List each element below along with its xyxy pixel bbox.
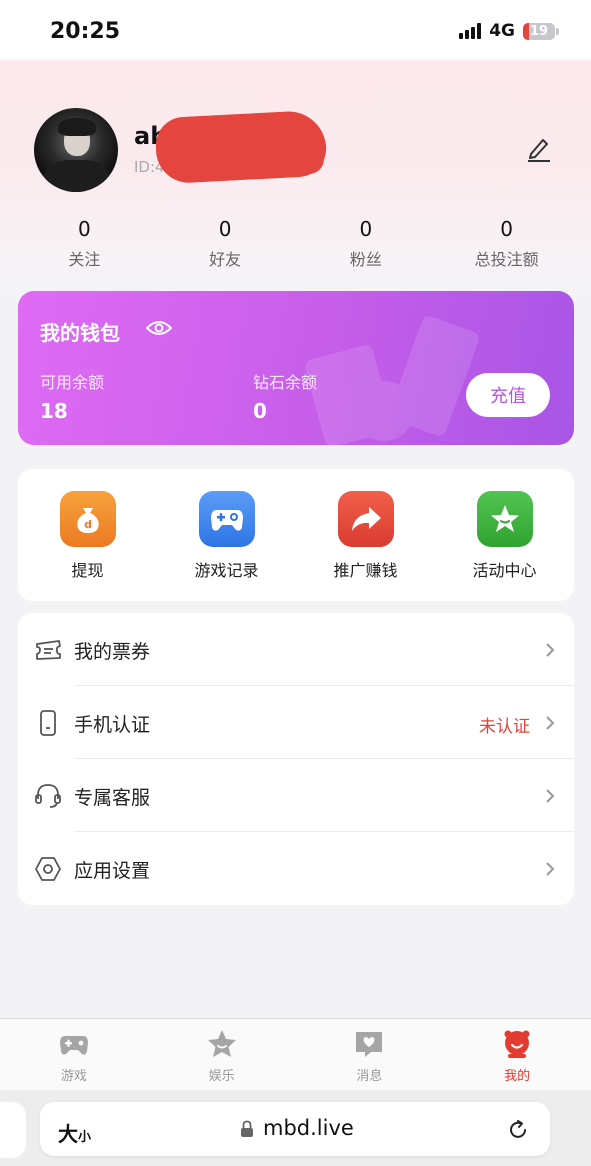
wallet-title: 我的钱包 bbox=[40, 321, 120, 345]
available-balance-value: 18 bbox=[40, 399, 68, 423]
settings-icon bbox=[35, 857, 61, 881]
browser-toolbar: 大小 mbd.live bbox=[0, 1090, 591, 1166]
url-text: mbd.live bbox=[263, 1116, 354, 1140]
stat-following[interactable]: 0 关注 bbox=[14, 218, 155, 270]
stats-row: 0 关注 0 好友 0 粉丝 0 总投注额 bbox=[14, 218, 577, 270]
reload-icon[interactable] bbox=[506, 1118, 530, 1142]
chevron-right-icon bbox=[546, 862, 555, 876]
eye-icon[interactable] bbox=[146, 319, 172, 337]
redaction-mark bbox=[174, 144, 324, 174]
battery-level: 19 bbox=[529, 23, 549, 39]
quick-action-game-records[interactable]: 游戏记录 bbox=[157, 469, 296, 601]
menu-item-phone-verification[interactable]: 手机认证 未认证 bbox=[18, 686, 574, 759]
stat-label: 关注 bbox=[68, 250, 101, 269]
network-label: 4G bbox=[489, 21, 515, 41]
menu-item-label: 应用设置 bbox=[74, 860, 151, 882]
tab-entertainment[interactable]: 娱乐 bbox=[148, 1019, 296, 1091]
tab-label: 消息 bbox=[356, 1069, 383, 1084]
menu-item-label: 专属客服 bbox=[74, 787, 151, 809]
lock-icon bbox=[241, 1120, 253, 1137]
available-balance-label: 可用余额 bbox=[40, 373, 105, 392]
svg-text:d: d bbox=[84, 518, 92, 531]
status-indicators: 4G 19 bbox=[459, 21, 559, 41]
ticket-icon bbox=[36, 640, 61, 660]
wallet-card: 我的钱包 可用余额 18 钻石余额 0 充值 bbox=[18, 291, 574, 445]
chevron-right-icon bbox=[546, 716, 555, 730]
diamond-balance-value: 0 bbox=[253, 399, 267, 423]
menu-item-label: 我的票券 bbox=[74, 641, 151, 663]
menu-item-label: 手机认证 bbox=[74, 714, 151, 736]
signal-icon bbox=[459, 23, 482, 39]
chevron-right-icon bbox=[546, 789, 555, 803]
battery-icon: 19 bbox=[523, 22, 559, 40]
profile-header: ab ID:4 bbox=[34, 108, 557, 192]
stat-value: 0 bbox=[218, 217, 232, 241]
edit-icon[interactable] bbox=[525, 134, 553, 162]
stat-label: 粉丝 bbox=[349, 250, 382, 269]
quick-action-label: 提现 bbox=[71, 561, 104, 580]
gamepad-icon bbox=[59, 1036, 88, 1055]
avatar[interactable] bbox=[34, 108, 118, 192]
quick-action-label: 活动中心 bbox=[472, 561, 537, 580]
menu-item-customer-service[interactable]: 专属客服 bbox=[18, 759, 574, 832]
recharge-button[interactable]: 充值 bbox=[466, 373, 550, 417]
quick-action-withdraw[interactable]: d 提现 bbox=[18, 469, 157, 601]
diamond-balance-label: 钻石余额 bbox=[253, 373, 318, 392]
phone-icon bbox=[40, 710, 56, 736]
text-size-small: 小 bbox=[78, 1130, 92, 1145]
quick-actions-card: d 提现 游戏记录 推广赚钱 活动中心 bbox=[18, 469, 574, 601]
quick-action-events[interactable]: 活动中心 bbox=[435, 469, 574, 601]
stat-friends[interactable]: 0 好友 bbox=[155, 218, 296, 270]
quick-action-promote[interactable]: 推广赚钱 bbox=[296, 469, 435, 601]
previous-tab-preview[interactable] bbox=[0, 1102, 26, 1158]
status-time: 20:25 bbox=[50, 19, 121, 44]
stat-value: 0 bbox=[500, 217, 513, 241]
quick-action-label: 推广赚钱 bbox=[333, 561, 398, 580]
profile-icon bbox=[504, 1030, 530, 1058]
tab-games[interactable]: 游戏 bbox=[0, 1019, 148, 1091]
text-size-button[interactable]: 大小 bbox=[58, 1118, 91, 1147]
bottom-tab-bar: 游戏 娱乐 消息 我的 bbox=[0, 1018, 591, 1091]
stat-fans[interactable]: 0 粉丝 bbox=[296, 218, 437, 270]
address-bar[interactable]: 大小 mbd.live bbox=[40, 1102, 550, 1156]
share-arrow-icon bbox=[337, 491, 394, 547]
quick-action-label: 游戏记录 bbox=[194, 561, 259, 580]
battery-fill bbox=[523, 22, 530, 40]
verification-status: 未认证 bbox=[479, 717, 530, 737]
stat-value: 0 bbox=[359, 217, 373, 241]
menu-item-tickets[interactable]: 我的票券 bbox=[18, 613, 574, 686]
tab-label: 我的 bbox=[504, 1069, 531, 1084]
stat-value: 0 bbox=[78, 217, 91, 241]
money-bag-icon: d bbox=[59, 491, 116, 547]
stat-total-bets[interactable]: 0 总投注额 bbox=[436, 218, 577, 270]
status-bar: 20:25 4G 19 bbox=[0, 0, 591, 62]
message-icon bbox=[356, 1032, 383, 1057]
stat-label: 总投注额 bbox=[474, 250, 539, 269]
stat-label: 好友 bbox=[209, 250, 242, 269]
tab-profile[interactable]: 我的 bbox=[443, 1019, 591, 1091]
tab-label: 娱乐 bbox=[208, 1069, 235, 1084]
star-icon bbox=[207, 1030, 236, 1057]
tab-messages[interactable]: 消息 bbox=[296, 1019, 444, 1091]
headset-icon bbox=[35, 784, 61, 808]
star-icon bbox=[476, 491, 533, 547]
chevron-right-icon bbox=[546, 643, 555, 657]
menu-list: 我的票券 手机认证 未认证 专属客服 应用设置 bbox=[18, 613, 574, 905]
text-size-large: 大 bbox=[58, 1122, 78, 1146]
menu-item-settings[interactable]: 应用设置 bbox=[18, 832, 574, 905]
gamepad-icon bbox=[198, 491, 255, 547]
tab-label: 游戏 bbox=[60, 1069, 87, 1084]
